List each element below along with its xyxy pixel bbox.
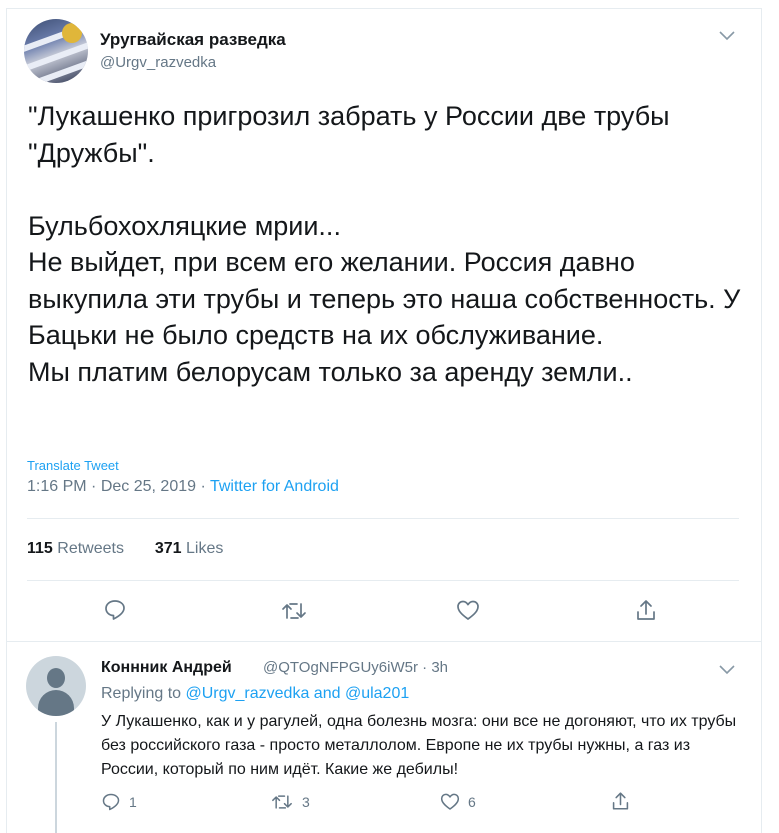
meta-separator: · xyxy=(422,659,428,676)
author-handle[interactable]: @Urgv_razvedka xyxy=(100,54,216,71)
reply-like-button[interactable]: 6 xyxy=(440,792,476,811)
meta-separator: · xyxy=(200,478,206,495)
reply-icon xyxy=(105,600,125,620)
replying-to: Replying to @Urgv_razvedka and @ula201 xyxy=(101,685,409,703)
avatar-placeholder-head xyxy=(47,668,65,688)
chevron-down-icon[interactable] xyxy=(719,662,735,678)
reply-author-name[interactable]: Коннник Андрей xyxy=(101,659,232,677)
reply-age[interactable]: 3h xyxy=(431,659,448,676)
retweets-label: Retweets xyxy=(57,540,124,557)
avatar-sun xyxy=(62,23,82,43)
replying-user-link[interactable]: @Urgv_razvedka xyxy=(186,685,310,702)
heart-icon xyxy=(457,600,479,620)
divider xyxy=(27,518,739,519)
heart-icon xyxy=(440,793,460,810)
divider xyxy=(7,641,761,642)
tweet-date[interactable]: Dec 25, 2019 xyxy=(101,478,196,495)
likes-label: Likes xyxy=(186,540,224,557)
chevron-down-icon[interactable] xyxy=(719,28,735,44)
reply-author-meta: @QTOgNFPGUy6iW5r · 3h xyxy=(263,659,448,676)
share-icon xyxy=(637,600,655,620)
reply-retweet-button[interactable]: 3 xyxy=(270,792,310,812)
retweet-button[interactable] xyxy=(280,599,308,623)
tweet-time[interactable]: 1:16 PM xyxy=(27,478,87,495)
replying-user-link[interactable]: @ula201 xyxy=(345,685,409,702)
reply-share-button[interactable] xyxy=(611,790,630,812)
tweet-timestamp: 1:16 PM · Dec 25, 2019 · Twitter for And… xyxy=(27,478,339,496)
thread-line xyxy=(55,722,57,833)
reply-author-avatar[interactable] xyxy=(26,656,86,716)
retweets-stat[interactable]: 115 Retweets xyxy=(27,540,124,557)
retweet-count: 3 xyxy=(302,794,310,810)
retweets-count: 115 xyxy=(27,540,53,557)
reply-button[interactable] xyxy=(103,598,127,622)
translate-tweet-link[interactable]: Translate Tweet xyxy=(27,458,119,473)
retweet-icon xyxy=(272,795,292,809)
replying-prefix: Replying to xyxy=(101,685,182,702)
reply-text: У Лукашенко, как и у рагулей, одна болез… xyxy=(101,713,737,778)
like-count: 6 xyxy=(468,793,476,810)
avatar-placeholder-body xyxy=(38,690,74,716)
author-avatar[interactable] xyxy=(24,19,88,83)
share-icon xyxy=(612,792,629,810)
likes-stat[interactable]: 371 Likes xyxy=(155,540,224,557)
retweet-icon xyxy=(282,603,306,619)
author-name[interactable]: Уругвайская разведка xyxy=(100,30,286,50)
tweet-source-link[interactable]: Twitter for Android xyxy=(210,478,339,495)
reply-author-handle[interactable]: @QTOgNFPGUy6iW5r xyxy=(263,659,418,676)
likes-count: 371 xyxy=(154,540,182,557)
like-button[interactable] xyxy=(456,599,480,621)
share-button[interactable] xyxy=(635,598,657,622)
reply-reply-button[interactable]: 1 xyxy=(101,792,137,812)
replying-and[interactable]: and xyxy=(314,685,341,702)
engagement-stats: 115 Retweets 371 Likes xyxy=(27,540,223,558)
meta-separator: · xyxy=(91,478,97,495)
reply-count: 1 xyxy=(129,794,137,810)
divider xyxy=(27,580,739,581)
reply-icon xyxy=(102,793,120,811)
tweet-text: "Лукашенко пригрозил забрать у России дв… xyxy=(28,101,741,387)
